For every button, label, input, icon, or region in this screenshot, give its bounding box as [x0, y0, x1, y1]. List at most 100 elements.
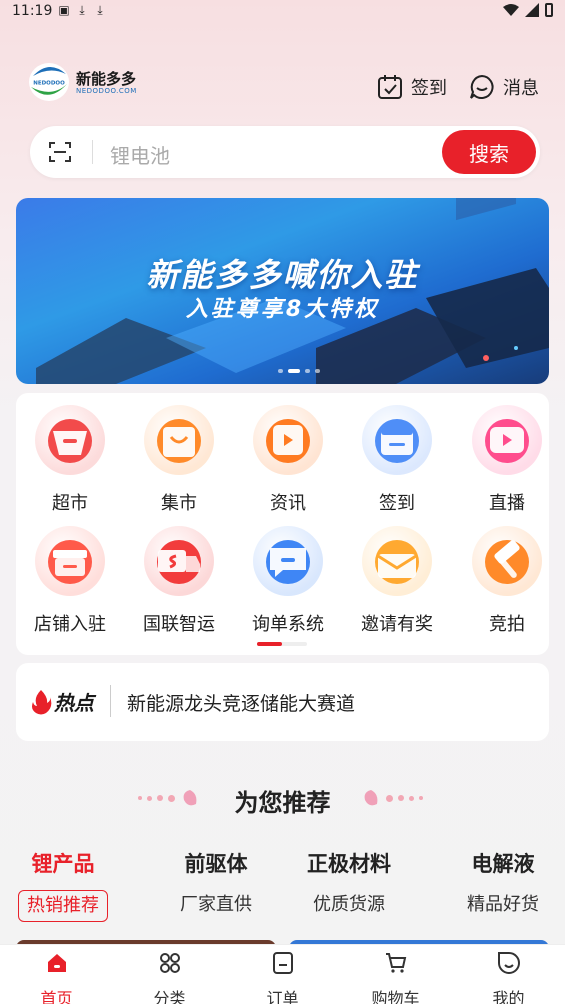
- quick-menu-item[interactable]: 邀请有奖: [347, 514, 447, 635]
- banner-dot[interactable]: [315, 369, 320, 373]
- category-name: 电解液: [471, 852, 535, 876]
- category-icon: [159, 953, 180, 973]
- quick-menu-label: 询单系统: [252, 614, 324, 635]
- category-subtitle: 优质货源: [313, 894, 385, 915]
- banner-dot[interactable]: [305, 369, 310, 373]
- cart-icon: [385, 953, 406, 973]
- quick-menu-item[interactable]: 资讯: [238, 393, 338, 514]
- category-name: 正极材料: [307, 852, 391, 876]
- banner-title: 新能多多喊你入驻: [146, 256, 419, 294]
- category-subtitle: 精品好货: [467, 894, 539, 915]
- quick-menu-label: 邀请有奖: [361, 614, 433, 635]
- message-icon: [470, 74, 494, 99]
- quick-menu: 超市 集市 资讯 签到 直播店铺入驻 国联智运 询单系统 邀请有奖 竞拍: [16, 393, 549, 655]
- quick-menu-pagination: [257, 642, 307, 646]
- quick-menu-label: 直播: [489, 493, 525, 514]
- title-decoration-right: [361, 788, 423, 808]
- download-icon: ⤓: [97, 3, 103, 17]
- news-ticker[interactable]: 热点 新能源龙头竞逐储能大赛道: [16, 663, 549, 741]
- status-time: 11:19: [12, 3, 53, 19]
- signal-icon: [525, 3, 539, 17]
- envelope-icon: [362, 526, 432, 596]
- live-play-icon: [472, 405, 542, 475]
- category-tab[interactable]: 前驱体 厂家直供: [156, 848, 276, 922]
- message-label: 消息: [503, 78, 539, 99]
- quick-menu-item[interactable]: 国联智运: [129, 514, 229, 635]
- profile-icon: [497, 952, 520, 974]
- logo-text: 新能多多: [76, 70, 137, 88]
- status-bar: 11:19 ▣ ⤓ ⤓: [0, 0, 565, 26]
- quick-menu-item[interactable]: 询单系统: [238, 514, 338, 635]
- tab-item[interactable]: 分类: [113, 951, 226, 1004]
- tab-item[interactable]: 首页: [0, 951, 113, 1004]
- tab-label: 订单: [266, 989, 299, 1004]
- bag-icon: [144, 405, 214, 475]
- app-notification-icon: ▣: [58, 3, 70, 17]
- quick-menu-label: 店铺入驻: [34, 614, 106, 635]
- tab-item[interactable]: 购物车: [339, 951, 452, 1004]
- tab-label: 我的: [492, 989, 525, 1004]
- quick-menu-item[interactable]: 店铺入驻: [20, 514, 120, 635]
- tab-item[interactable]: 订单: [226, 951, 339, 1004]
- quick-menu-item[interactable]: 竞拍: [457, 514, 549, 635]
- quick-menu-page-active: [257, 642, 282, 646]
- message-button[interactable]: 消息: [469, 74, 539, 100]
- quick-menu-item[interactable]: 签到: [347, 393, 447, 514]
- category-name: 锂产品: [31, 852, 95, 876]
- banner-dot[interactable]: [278, 369, 283, 373]
- scan-icon[interactable]: [48, 140, 72, 164]
- quick-menu-label: 国联智运: [143, 614, 215, 635]
- quick-menu-item[interactable]: 直播: [457, 393, 549, 514]
- logo-mark: NEDODOO: [29, 63, 69, 101]
- gavel-icon: [472, 526, 542, 596]
- calendar-check-icon: [378, 75, 402, 99]
- banner-subtitle: 入驻尊享8大特权: [185, 297, 380, 322]
- banner-dot[interactable]: [288, 369, 300, 373]
- wifi-icon: [503, 4, 519, 16]
- quick-menu-item[interactable]: 超市: [20, 393, 120, 514]
- category-tab[interactable]: 正极材料 优质货源: [289, 848, 409, 922]
- hot-tag: 热点: [30, 687, 94, 716]
- header: NEDODOO 新能多多 NEDODOO.COM 签到 消息: [0, 60, 565, 120]
- category-name: 前驱体: [184, 852, 248, 876]
- logo-subtext: NEDODOO.COM: [76, 87, 137, 95]
- store-icon: [35, 526, 105, 596]
- tab-label: 购物车: [371, 989, 420, 1004]
- petal-icon: [364, 790, 378, 806]
- promo-banner[interactable]: 新能多多喊你入驻 入驻尊享8大特权: [16, 198, 549, 384]
- checkin-label: 签到: [411, 78, 447, 99]
- order-icon: [272, 952, 293, 974]
- category-subtitle: 厂家直供: [180, 894, 252, 915]
- calendar-icon: [362, 405, 432, 475]
- recommend-title: 为您推荐: [234, 789, 331, 817]
- flame-icon: [32, 689, 52, 714]
- logo-mark-text: NEDODOO: [33, 81, 65, 87]
- home-icon: [47, 954, 66, 972]
- quick-menu-label: 集市: [161, 493, 197, 514]
- search-button[interactable]: 搜索: [442, 130, 536, 174]
- basket-icon: [35, 405, 105, 475]
- category-tab[interactable]: 锂产品 热销推荐: [3, 848, 123, 922]
- bottom-tab-bar: 首页 分类 订单 购物车 我的: [0, 944, 565, 1004]
- checkin-button[interactable]: 签到: [377, 74, 447, 100]
- quick-menu-item[interactable]: 集市: [129, 393, 229, 514]
- news-play-icon: [253, 405, 323, 475]
- quick-menu-label: 签到: [379, 493, 415, 514]
- battery-icon: [545, 3, 553, 17]
- download-icon: ⤓: [79, 3, 85, 17]
- hot-label: 热点: [54, 691, 94, 715]
- search-bar: 锂电池 搜索: [30, 126, 540, 178]
- tab-label: 首页: [40, 989, 73, 1004]
- quick-menu-label: 资讯: [270, 493, 306, 514]
- news-headline[interactable]: 新能源龙头竞逐储能大赛道: [127, 689, 355, 716]
- category-tab[interactable]: 电解液 精品好货: [443, 848, 563, 922]
- notification-icons: ▣ ⤓ ⤓: [58, 3, 106, 17]
- truck-icon: [144, 526, 214, 596]
- quick-menu-label: 竞拍: [489, 614, 525, 635]
- search-input[interactable]: 锂电池: [110, 140, 170, 169]
- chat-bubble-icon: [253, 526, 323, 596]
- search-divider: [92, 140, 93, 164]
- system-icons: [503, 3, 553, 17]
- tab-item[interactable]: 我的: [452, 951, 565, 1004]
- news-divider: [110, 685, 111, 717]
